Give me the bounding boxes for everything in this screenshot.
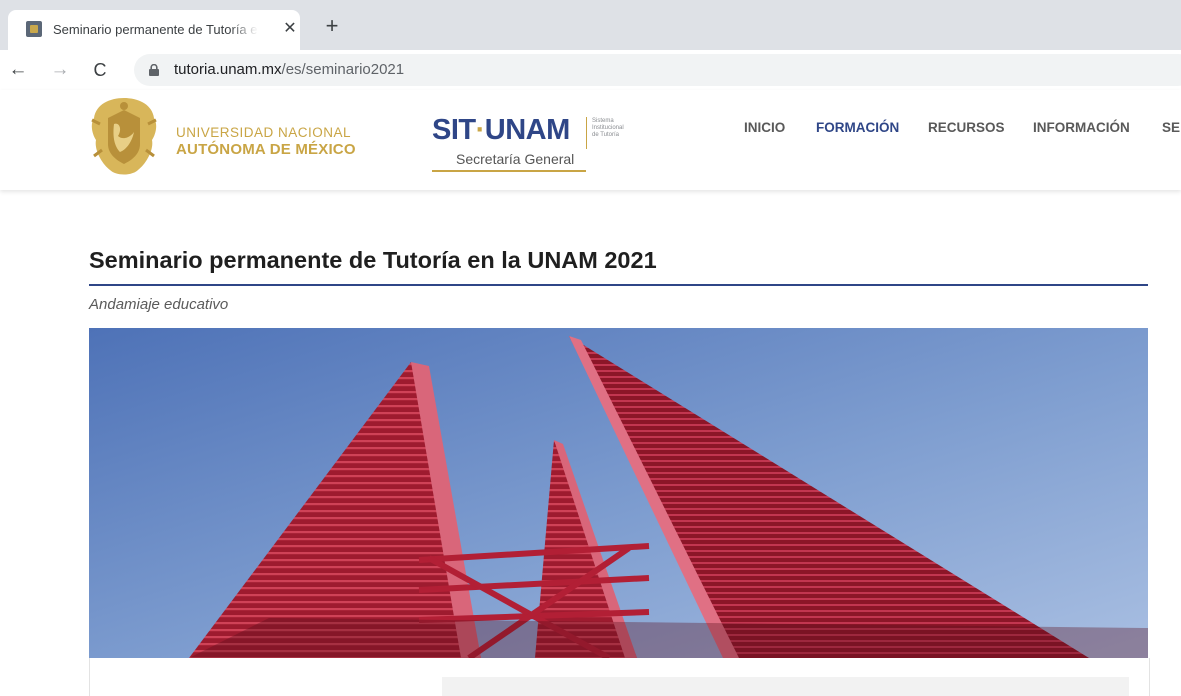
url-path: /es/seminario2021 <box>281 61 405 78</box>
unam-favicon-icon <box>26 21 42 37</box>
unam-line2: AUTÓNOMA DE MÉXICO <box>176 141 356 158</box>
sit-subtitle: Sistema Institucional de Tutoría <box>592 118 652 139</box>
page-subtitle: Andamiaje educativo <box>89 296 229 313</box>
sculpture-photo <box>89 328 1148 658</box>
browser-tab[interactable]: Seminario permanente de Tutoría en la UN… <box>8 10 300 50</box>
nav-formacion[interactable]: FORMACIÓN <box>816 118 899 138</box>
content-panel <box>442 677 1129 696</box>
forward-button[interactable]: → <box>48 58 72 82</box>
sit-sub-line3: de Tutoría <box>592 132 620 138</box>
browser-tab-strip: Seminario permanente de Tutoría en la UN… <box>0 0 1181 50</box>
back-button[interactable]: ← <box>6 58 30 82</box>
tab-title: Seminario permanente de Tutoría en la UN… <box>53 22 258 40</box>
logo-divider <box>586 117 587 149</box>
url-host: tutoria.unam.mx <box>174 61 282 78</box>
sit-mark-left: SIT <box>432 114 476 146</box>
browser-toolbar: ← → C tutoria.unam.mx/es/seminario2021 <box>0 50 1181 90</box>
unam-wordmark[interactable]: UNIVERSIDAD NACIONAL AUTÓNOMA DE MÉXICO <box>176 124 386 164</box>
site-header: UNIVERSIDAD NACIONAL AUTÓNOMA DE MÉXICO … <box>0 90 1181 190</box>
close-icon[interactable]: ✕ <box>280 19 300 39</box>
new-tab-button[interactable]: + <box>320 14 344 38</box>
logo-underline <box>432 170 586 172</box>
hero-image <box>89 328 1148 658</box>
page-title: Seminario permanente de Tutoría en la UN… <box>89 247 657 273</box>
unam-line1: UNIVERSIDAD NACIONAL <box>176 125 352 140</box>
sit-sub-line2: Institucional <box>592 125 624 131</box>
address-bar[interactable]: tutoria.unam.mx/es/seminario2021 <box>134 54 1181 86</box>
sit-mark-dot: · <box>475 114 486 146</box>
reload-button[interactable]: C <box>88 58 112 82</box>
title-divider <box>89 284 1148 286</box>
secretaria-general-label: Secretaría General <box>456 151 575 167</box>
nav-recursos[interactable]: RECURSOS <box>928 118 1005 138</box>
nav-se[interactable]: SE <box>1162 118 1180 138</box>
sit-sub-line1: Sistema <box>592 118 614 124</box>
sit-mark-right: UNAM <box>484 114 571 146</box>
nav-informacion[interactable]: INFORMACIÓN <box>1033 118 1130 138</box>
lock-icon <box>149 64 159 76</box>
nav-inicio[interactable]: INICIO <box>744 118 785 138</box>
url-text: tutoria.unam.mx/es/seminario2021 <box>174 61 404 79</box>
sit-unam-mark: SIT·UNAM <box>432 112 570 148</box>
sit-unam-logo[interactable]: SIT·UNAM Sistema Institucional de Tutorí… <box>432 112 652 182</box>
unam-seal-icon[interactable] <box>86 94 162 180</box>
